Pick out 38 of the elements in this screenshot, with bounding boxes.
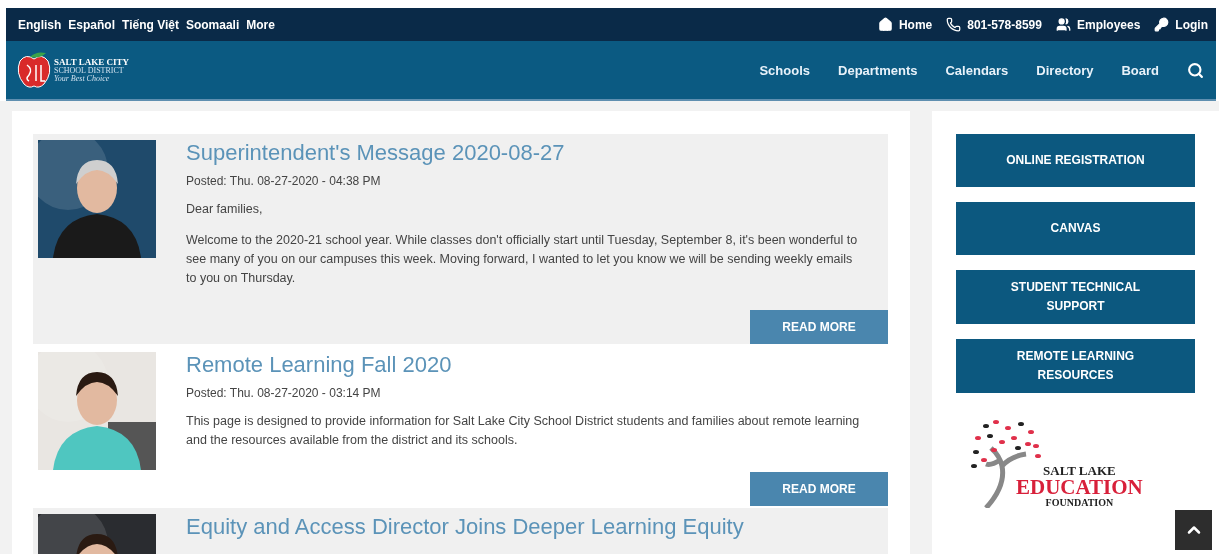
- article-text: Welcome to the 2020-21 school year. While classes don't officially start until Tuesday, September 8, it's been wonderful to see many of you on our campuses this week. Moving forward, I wanted to let you know we will be sending weekly emails to you on Thursday.: [186, 232, 859, 287]
- nav-link[interactable]: Calendars: [945, 62, 1009, 78]
- read-more-button[interactable]: READ MORE: [750, 310, 888, 344]
- article-text: Dear families,: [186, 201, 264, 218]
- nav-link[interactable]: Departments: [838, 62, 918, 78]
- sidebar-button[interactable]: ONLINE REGISTRATION: [956, 134, 1195, 187]
- posted-date: Posted: Thu. 08-27-2020 - 04:38 PM: [186, 174, 382, 188]
- language-link[interactable]: English: [18, 17, 62, 32]
- phone-icon[interactable]: [946, 17, 962, 32]
- read-more-button[interactable]: READ MORE: [750, 472, 888, 506]
- article-text: This page is designed to provide information for Salt Lake City School District students and families about remote learning and the resources available from the district and its schools.: [186, 413, 861, 449]
- apple-logo-icon[interactable]: [16, 51, 52, 89]
- foundation-text: SALT LAKE: [1043, 464, 1116, 477]
- search-icon[interactable]: [1187, 61, 1204, 79]
- posted-date: Posted: Thu. 08-27-2020 - 03:14 PM: [186, 386, 382, 400]
- logo-subtitle: SCHOOL DISTRICT: [54, 66, 125, 75]
- nav-link[interactable]: Schools: [759, 62, 810, 78]
- sidebar-button[interactable]: REMOTE LEARNING RESOURCES: [956, 339, 1195, 393]
- logo-tagline: Your Best Choice: [54, 74, 111, 83]
- sidebar-button[interactable]: STUDENT TECHNICAL SUPPORT: [956, 270, 1195, 324]
- language-link[interactable]: Soomaali: [185, 17, 240, 32]
- foundation-text: FOUNDATION: [1045, 498, 1114, 508]
- key-icon[interactable]: [1154, 17, 1170, 32]
- top-link[interactable]: 801-578-8599: [967, 17, 1042, 32]
- nav-link[interactable]: Board: [1121, 62, 1159, 78]
- logo-name: SALT LAKE CITY: [54, 57, 130, 67]
- home-icon[interactable]: [877, 17, 893, 32]
- nav-link[interactable]: Directory: [1036, 62, 1094, 78]
- language-link[interactable]: Español: [68, 17, 116, 32]
- top-link[interactable]: Home: [898, 17, 933, 32]
- people-icon[interactable]: [1055, 17, 1071, 32]
- language-link[interactable]: More: [246, 17, 275, 32]
- language-link[interactable]: Tiếng Việt: [122, 17, 179, 32]
- sidebar-button[interactable]: CANVAS: [956, 202, 1195, 255]
- back-to-top-button[interactable]: [1175, 510, 1212, 550]
- foundation-text: EDUCATION: [1016, 477, 1143, 498]
- top-link[interactable]: Employees: [1076, 17, 1141, 32]
- top-link[interactable]: Login: [1175, 17, 1208, 32]
